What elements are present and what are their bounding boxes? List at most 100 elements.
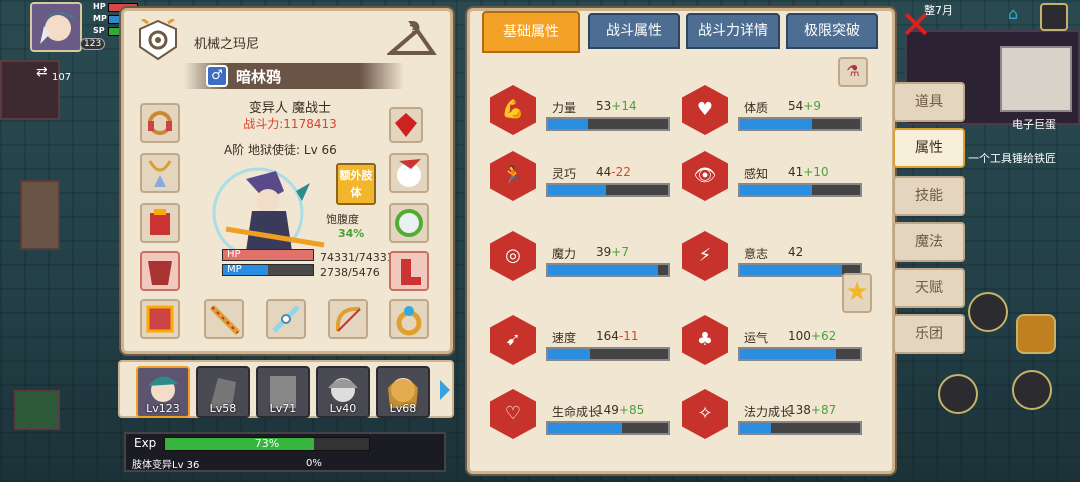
stat-name: 体质	[744, 101, 769, 115]
backpack-icon[interactable]: ⇄	[36, 64, 48, 80]
magic-icon: ◎	[490, 231, 536, 281]
party-member-4[interactable]: Lv40	[316, 366, 370, 418]
hud-mp-label: MP	[93, 14, 107, 23]
stat-constitution[interactable]: ♥ 体质 54+9	[682, 79, 862, 139]
member-level: Lv40	[329, 402, 357, 415]
stat-agility[interactable]: 🏃 灵巧 44-22	[490, 145, 670, 205]
stat-name: 感知	[744, 167, 769, 181]
life-growth-icon: ♡	[490, 389, 536, 439]
stat-name: 灵巧	[552, 167, 577, 181]
stat-will[interactable]: ⚡ 意志 42	[682, 225, 862, 285]
side-nav-item[interactable]: 天赋	[893, 268, 965, 308]
pet-slot[interactable]	[389, 153, 429, 193]
class-emblem-icon	[138, 17, 178, 61]
limb-mutation-label: 肢体变异Lv 36	[132, 460, 200, 471]
wardrobe-hanger-icon[interactable]: ?	[385, 19, 437, 63]
stat-bar	[546, 183, 670, 197]
ring-icon	[396, 306, 422, 336]
strength-icon: 💪	[490, 85, 536, 135]
stat-bar	[738, 117, 862, 131]
bow-skill-icon[interactable]	[1012, 370, 1052, 410]
white-bird-icon	[397, 159, 421, 187]
wreath-mirror-icon	[395, 209, 423, 237]
necklace-slot[interactable]	[140, 153, 180, 193]
stat-magic[interactable]: ◎ 魔力 39+7	[490, 225, 670, 285]
egg-label: 电子巨蛋	[1012, 118, 1056, 131]
stat-bar	[546, 421, 670, 435]
exp-label: Exp	[134, 436, 157, 450]
floor-tile	[0, 60, 60, 120]
stat-value: 138+87	[788, 403, 837, 417]
mp-value: 2738/5476	[320, 266, 380, 279]
cloak-icon	[148, 261, 172, 285]
exp-panel: Exp 73% 肢体变异Lv 36 0%	[124, 432, 446, 472]
stat-name: 意志	[744, 247, 769, 261]
character-name[interactable]: 暗林鸦	[236, 66, 281, 87]
member-level: Lv71	[269, 402, 297, 415]
male-gender-icon: ♂	[206, 65, 228, 87]
stat-strength[interactable]: 💪 力量 53+14	[490, 79, 670, 139]
headgear-slot[interactable]	[140, 103, 180, 143]
stat-name: 魔力	[552, 247, 577, 261]
party-member-2[interactable]: Lv58	[196, 366, 250, 418]
hourglass-icon[interactable]	[968, 292, 1008, 332]
party-member-1[interactable]: Lv123	[136, 366, 190, 418]
amulet-icon	[148, 160, 172, 187]
side-nav-item[interactable]: 乐团	[893, 314, 965, 354]
hud-counter: 107	[52, 72, 72, 83]
svg-text:?: ?	[409, 20, 418, 36]
armor-slot[interactable]	[140, 203, 180, 243]
star-icon[interactable]: ★	[842, 273, 872, 313]
party-scroll-right-icon[interactable]	[438, 378, 452, 402]
accessory-slot[interactable]	[389, 203, 429, 243]
gift-icon[interactable]	[1016, 314, 1056, 354]
expand-icon[interactable]	[1040, 3, 1068, 31]
stat-mana-growth[interactable]: ✧ 法力成长 138+87	[682, 383, 862, 443]
tab-basic-attributes[interactable]: 基础属性	[482, 11, 580, 53]
network-icon: ⌂	[1008, 4, 1019, 23]
weapon-slot-2[interactable]	[266, 299, 306, 339]
stat-bar	[546, 347, 670, 361]
stat-bar	[738, 421, 862, 435]
extra-limb-button[interactable]: 额外肢体	[336, 163, 376, 205]
headphones-icon	[148, 111, 172, 135]
satiety-label: 饱腹度	[326, 213, 359, 226]
hp-value: 74331/74331	[320, 251, 394, 264]
tab-limit-break[interactable]: 极限突破	[786, 13, 878, 49]
side-nav-item[interactable]: 道具	[893, 82, 965, 122]
boots-slot[interactable]	[389, 251, 429, 291]
character-panel: 机械之玛尼 ? ♂ 暗林鸦 变异人 魔战士 战斗力:1178413 A阶 地狱使…	[121, 8, 453, 354]
player-avatar[interactable]	[30, 2, 82, 52]
ring-slot[interactable]	[389, 299, 429, 339]
avatar-portrait-icon	[32, 4, 80, 50]
red-gem-icon	[395, 113, 417, 137]
stat-value: 164-11	[596, 329, 639, 343]
hud-level-badge: 123	[80, 38, 106, 50]
stat-luck[interactable]: ♣ 运气 100+62	[682, 309, 862, 369]
close-icon[interactable]: ✕	[897, 6, 935, 46]
party-member-3[interactable]: Lv71	[256, 366, 310, 418]
perception-icon: 👁	[682, 151, 728, 201]
side-nav-item[interactable]: 属性	[893, 128, 965, 168]
helmet-slot[interactable]	[389, 107, 423, 143]
side-nav-item[interactable]: 技能	[893, 176, 965, 216]
stat-speed[interactable]: ➹ 速度 164-11	[490, 309, 670, 369]
stat-perception[interactable]: 👁 感知 41+10	[682, 145, 862, 205]
hp-label: HP	[227, 249, 241, 260]
cloak-slot[interactable]	[140, 251, 180, 291]
tab-combat-attributes[interactable]: 战斗属性	[588, 13, 680, 49]
stat-value: 149+85	[596, 403, 645, 417]
stat-life-growth[interactable]: ♡ 生命成长 149+85	[490, 383, 670, 443]
party-member-5[interactable]: Lv68	[376, 366, 430, 418]
weapon-slot-1[interactable]	[204, 299, 244, 339]
hp-bar: HP	[222, 249, 314, 261]
stat-value: 100+62	[788, 329, 837, 343]
sword-skill-icon[interactable]	[938, 374, 978, 414]
stat-value: 53+14	[596, 99, 637, 113]
belt-slot[interactable]	[140, 299, 180, 339]
tab-power-details[interactable]: 战斗力详情	[686, 13, 780, 49]
side-nav-item[interactable]: 魔法	[893, 222, 965, 262]
hud-sp-label: SP	[93, 26, 105, 35]
stat-name: 力量	[552, 101, 577, 115]
weapon-slot-3[interactable]	[328, 299, 368, 339]
